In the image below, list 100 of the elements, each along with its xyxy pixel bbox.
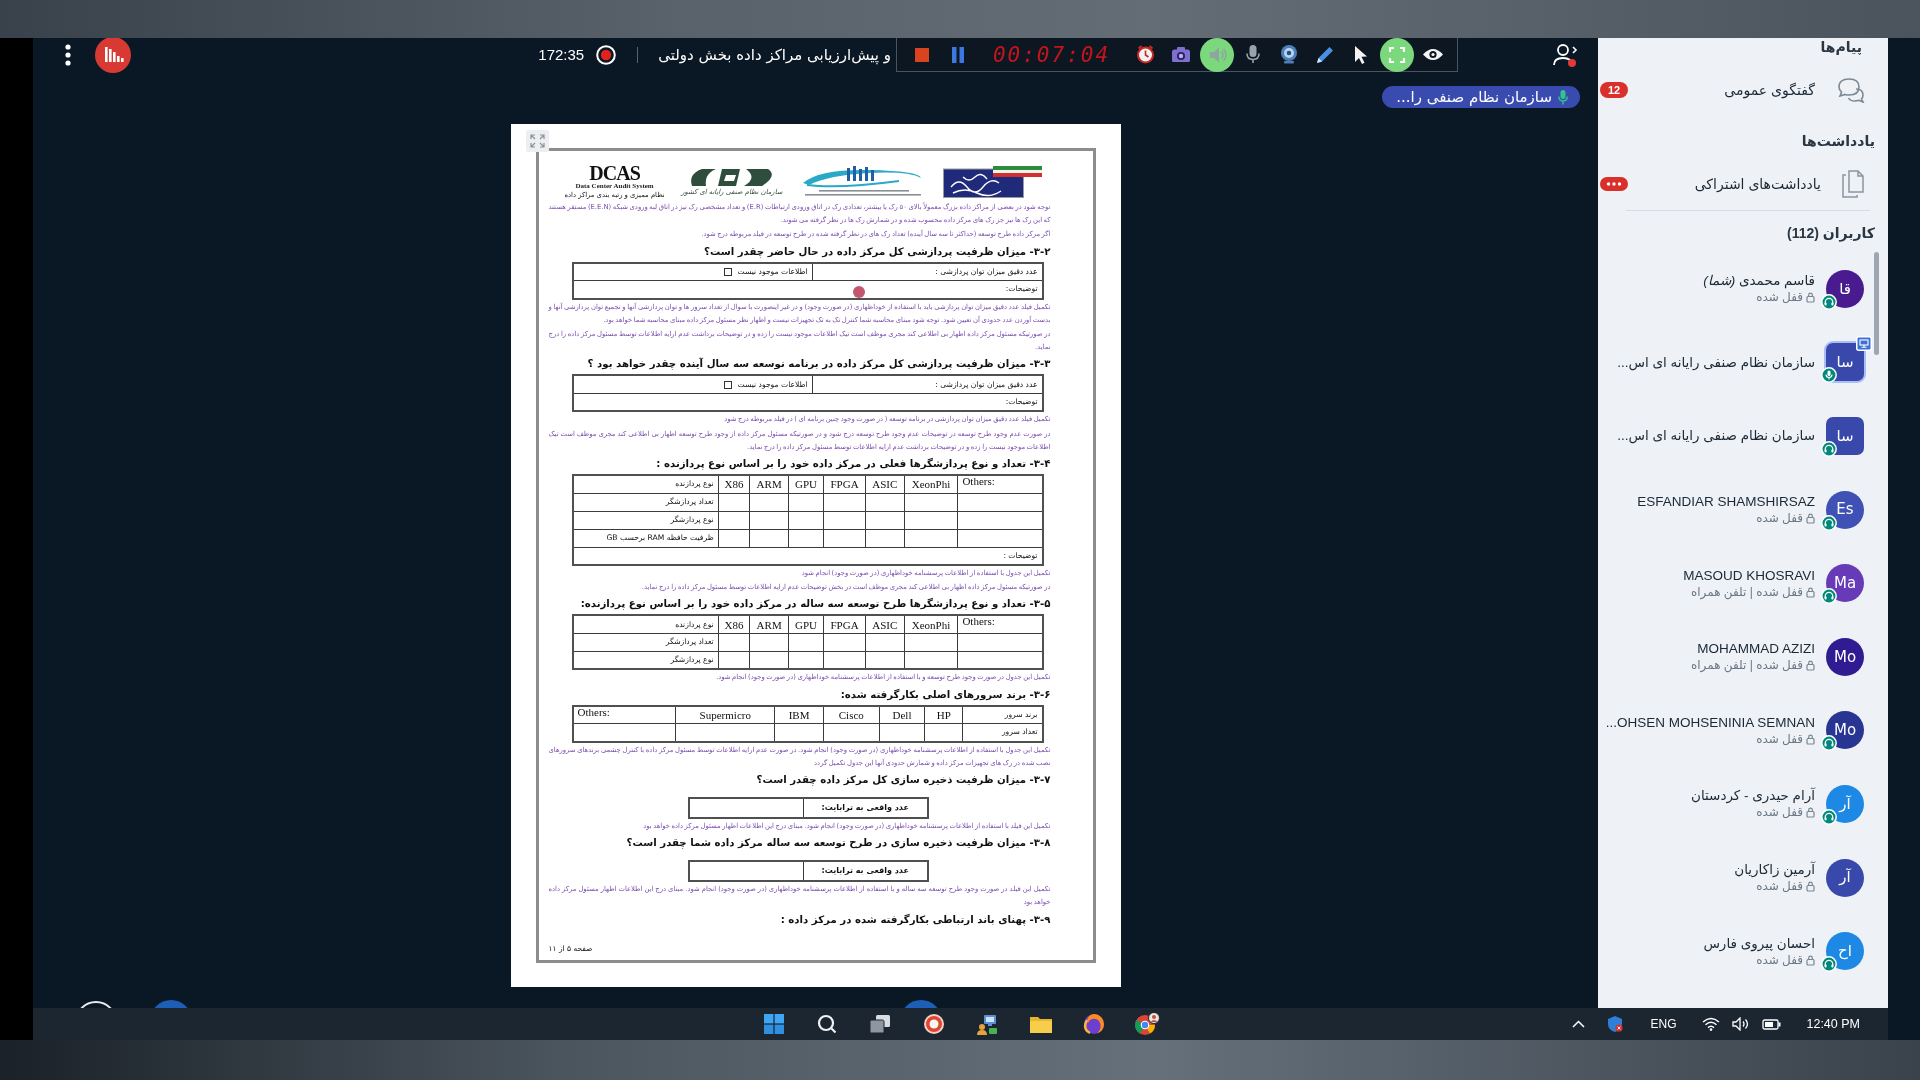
user-row[interactable]: آر آرام حیدری - کردستان قفل شده xyxy=(1598,767,1888,841)
user-name: ESFANDIAR SHAMSHIRSAZ xyxy=(1636,493,1815,511)
column-header: IBM xyxy=(774,705,824,724)
table-cell xyxy=(718,493,750,512)
table-cell xyxy=(788,511,824,530)
record-icon[interactable] xyxy=(596,45,617,65)
chevron-up-icon[interactable] xyxy=(1572,1020,1586,1028)
language-indicator[interactable]: ENG xyxy=(1650,1015,1677,1033)
user-status: قفل شده xyxy=(1756,290,1803,306)
table-cell xyxy=(823,511,866,530)
table-cell xyxy=(749,633,789,652)
user-status: قفل شده xyxy=(1756,511,1803,527)
table-cell xyxy=(749,529,789,548)
speaker-icon[interactable] xyxy=(1732,1017,1751,1031)
pencil-icon[interactable] xyxy=(1317,46,1333,63)
lock-icon xyxy=(1806,660,1815,672)
stop-icon[interactable] xyxy=(915,47,929,62)
eye-icon[interactable] xyxy=(1423,48,1443,61)
user-row[interactable]: سا سازمان نظام صنفی رایانه ای اس... xyxy=(1598,399,1888,473)
browser-icon[interactable] xyxy=(1134,1012,1161,1036)
battery-icon[interactable] xyxy=(1762,1017,1783,1031)
column-header: Supermicro xyxy=(675,705,775,724)
table-cell xyxy=(718,511,750,530)
browser-icon[interactable] xyxy=(1082,1013,1105,1035)
folder-icon[interactable] xyxy=(1028,1014,1053,1034)
microphone-icon[interactable] xyxy=(1246,45,1260,64)
wifi-icon[interactable] xyxy=(1702,1017,1721,1031)
column-header: ASIC xyxy=(865,615,905,634)
table-cell xyxy=(904,529,958,548)
table-cell xyxy=(788,529,824,548)
search-icon[interactable] xyxy=(817,1014,837,1034)
notes-icon xyxy=(1842,170,1864,198)
user-row[interactable]: سا سازمان نظام صنفی رایانه ای اس... xyxy=(1598,325,1888,400)
section-heading: ۳-۹- پهنای باند ارتباطی بکارگرفته شده در مرکز داده : xyxy=(779,912,1051,927)
table-cell xyxy=(904,511,958,530)
expand-icon[interactable] xyxy=(525,130,549,152)
user-avatar: Mo xyxy=(1826,637,1864,676)
menu-icon[interactable] xyxy=(65,44,71,66)
section-heading: ۳-۳- میزان ظرفیت پردازشی کل مرکز داده در برنامه توسعه سه سال آینده چقدر خواهد بود ؟ xyxy=(586,357,1051,372)
user-avatar: آر xyxy=(1826,784,1864,823)
table-cell xyxy=(865,493,905,512)
start-menu-icon[interactable] xyxy=(763,1014,784,1034)
user-avatar: Ma xyxy=(1826,564,1864,603)
table-cell xyxy=(823,633,866,652)
task-view-icon[interactable] xyxy=(869,1014,892,1034)
user-name: قاسم محمدی (شما) xyxy=(1702,272,1815,290)
table-cell xyxy=(718,633,750,652)
table-cell xyxy=(904,493,958,512)
column-header: X86 xyxy=(718,475,750,494)
section-heading: ۳-۵- تعداد و نوع پردازشگرها طرح توسعه سه ساله در مرکز داده خود را بر اساس نوع پردازنده: xyxy=(579,597,1051,612)
cursor-icon[interactable] xyxy=(1355,45,1367,64)
pointer-dot-icon xyxy=(852,285,865,298)
webcam-icon[interactable] xyxy=(1281,45,1297,64)
checkbox[interactable] xyxy=(723,267,732,276)
record-icon[interactable] xyxy=(922,1013,945,1035)
presenter-name: سازمان نظام صنفی را... xyxy=(1396,86,1552,108)
column-header: ARM xyxy=(749,475,789,494)
lock-icon xyxy=(1806,954,1815,966)
table-cell xyxy=(865,511,905,530)
column-header: Others: xyxy=(957,475,1043,494)
table-cell xyxy=(904,633,958,652)
user-name: احسان پیروی فارس xyxy=(1702,934,1815,952)
audio-bars-icon[interactable] xyxy=(95,38,131,73)
user-row[interactable]: اح احسان پیروی فارس قفل شده xyxy=(1598,914,1888,988)
alarm-clock-icon[interactable] xyxy=(1136,45,1154,64)
user-row[interactable]: آر آرمین زاکاریان قفل شده xyxy=(1598,840,1888,915)
computer-icon[interactable] xyxy=(976,1013,999,1035)
column-header: Others: xyxy=(957,615,1043,634)
scrollbar[interactable] xyxy=(1874,252,1879,355)
column-header: GPU xyxy=(788,475,824,494)
person-icon[interactable] xyxy=(1550,42,1578,68)
user-status: قفل شده xyxy=(1756,952,1803,968)
user-name: MOHAMMAD AZIZI xyxy=(1696,640,1815,658)
checkbox[interactable] xyxy=(723,380,732,389)
pause-icon[interactable] xyxy=(952,46,964,63)
column-header: FPGA xyxy=(823,615,866,634)
section-title: کاربران (112) xyxy=(1786,224,1876,242)
lock-icon xyxy=(1806,586,1815,598)
section-heading: ۳-۸- میزان ظرفیت ذخیره سازی در طرح توسعه سه ساله مرکز داده شما چقدر است؟ xyxy=(625,836,1051,851)
user-avatar: آر xyxy=(1826,858,1864,897)
user-status: قفل شده | تلفن همراه xyxy=(1691,584,1803,600)
user-status: قفل شده xyxy=(1756,879,1803,895)
section-title: یادداشت‌ها xyxy=(1800,132,1876,150)
meeting-title: و پیش‌ارزیابی مراکز داده بخش دولتی xyxy=(658,45,891,65)
lock-icon xyxy=(1806,881,1815,893)
column-header: Cisco xyxy=(823,705,880,724)
recording-timer: 00:07:04 xyxy=(991,42,1112,67)
more-dots-icon[interactable] xyxy=(1600,177,1628,191)
speaker-icon[interactable] xyxy=(1200,38,1234,72)
shield-icon[interactable] xyxy=(1607,1015,1624,1033)
user-row[interactable]: قا قاسم محمدی (شما) قفل شده xyxy=(1598,252,1888,326)
clock-time[interactable]: 12:40 PM xyxy=(1806,1008,1860,1032)
user-status: قفل شده xyxy=(1756,731,1803,747)
fullscreen-icon[interactable] xyxy=(1380,38,1414,72)
user-status: قفل شده | تلفن همراه xyxy=(1691,658,1803,674)
chat-icon xyxy=(1836,77,1866,103)
column-header: XeonPhi xyxy=(904,615,958,634)
camera-icon[interactable] xyxy=(1172,46,1190,63)
table-cell xyxy=(788,493,824,512)
notes-item[interactable]: یادداشت‌های اشتراکی xyxy=(1598,168,1888,200)
